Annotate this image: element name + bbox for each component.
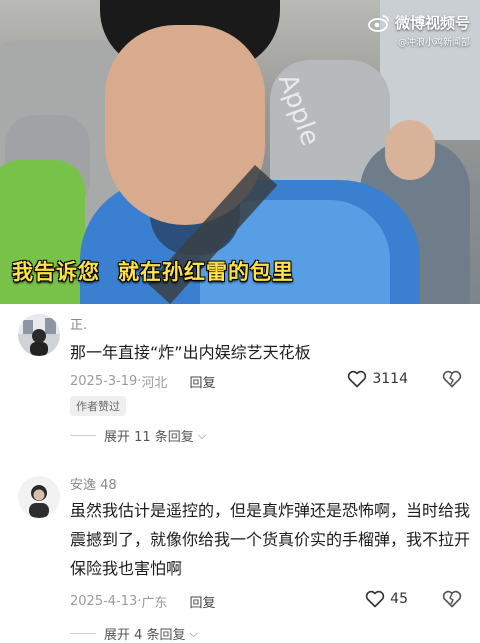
subtitle-part-2: 就在孙红雷的包里 xyxy=(118,260,294,284)
comment-username[interactable]: 安逸 48 xyxy=(70,474,117,493)
like-button[interactable]: 3114 xyxy=(347,370,408,388)
expand-replies-button[interactable]: 展开 11 条回复 ⌵ xyxy=(70,426,206,445)
reply-button[interactable]: 回复 xyxy=(189,592,215,611)
comment-text: 那一年直接“炸”出内娱综艺天花板 xyxy=(70,343,311,362)
video-subtitle: 我告诉您 就在孙红雷的包里 xyxy=(12,256,294,286)
comment-location: 河北 xyxy=(141,376,168,391)
expand-replies-button[interactable]: 展开 4 条回复 ⌵ xyxy=(70,624,198,643)
comment-username[interactable]: 正. xyxy=(70,314,87,333)
heart-outline-icon xyxy=(348,370,367,388)
author-liked-badge: 作者赞过 xyxy=(70,396,126,416)
watermark-title: 微博视频号 xyxy=(394,14,470,32)
comment-date: 2025-3-19 xyxy=(70,374,138,389)
comment-item: 正. 那一年直接“炸”出内娱综艺天花板 2025-3-19 · 河北 回复 31… xyxy=(0,304,480,454)
dislike-button[interactable] xyxy=(442,370,462,392)
avatar[interactable] xyxy=(18,314,60,356)
dislike-button[interactable] xyxy=(442,590,462,612)
weibo-watermark: 微博视频号 @冲浪小鸡新闻部 xyxy=(368,12,470,48)
comment-item: 安逸 48 虽然我估计是遥控的，但是真炸弹还是恐怖啊，当时给我震撼到了，就像你给… xyxy=(0,466,480,643)
expand-label: 展开 4 条回复 xyxy=(104,628,186,643)
comment-meta: 2025-4-13 · 广东 回复 xyxy=(70,592,216,611)
like-count: 3114 xyxy=(372,371,408,387)
subtitle-part-1: 我告诉您 xyxy=(12,260,100,284)
like-count: 45 xyxy=(390,591,408,607)
comment-text: 虽然我估计是遥控的，但是真炸弹还是恐怖啊，当时给我震撼到了，就像你给我一个货真价… xyxy=(70,501,471,578)
chevron-down-icon: ⌵ xyxy=(197,428,207,442)
broken-heart-icon xyxy=(442,370,462,388)
watermark-handle: @冲浪小鸡新闻部 xyxy=(397,38,470,48)
passenger-right-head xyxy=(385,120,435,180)
like-button[interactable]: 45 xyxy=(365,590,408,608)
weibo-logo-icon xyxy=(368,14,389,32)
comment-meta: 2025-3-19 · 河北 回复 xyxy=(70,372,216,391)
comment-location: 广东 xyxy=(141,596,168,611)
video-frame[interactable]: Apple 微博视频号 @冲浪小鸡新闻部 我告诉您 就在孙红雷的包里 xyxy=(0,0,480,304)
broken-heart-icon xyxy=(442,590,462,608)
avatar[interactable] xyxy=(18,476,60,518)
heart-outline-icon xyxy=(365,590,385,608)
expand-label: 展开 11 条回复 xyxy=(104,430,194,445)
reply-button[interactable]: 回复 xyxy=(189,372,215,391)
chevron-down-icon: ⌵ xyxy=(189,626,198,640)
comment-date: 2025-4-13 xyxy=(70,594,138,609)
